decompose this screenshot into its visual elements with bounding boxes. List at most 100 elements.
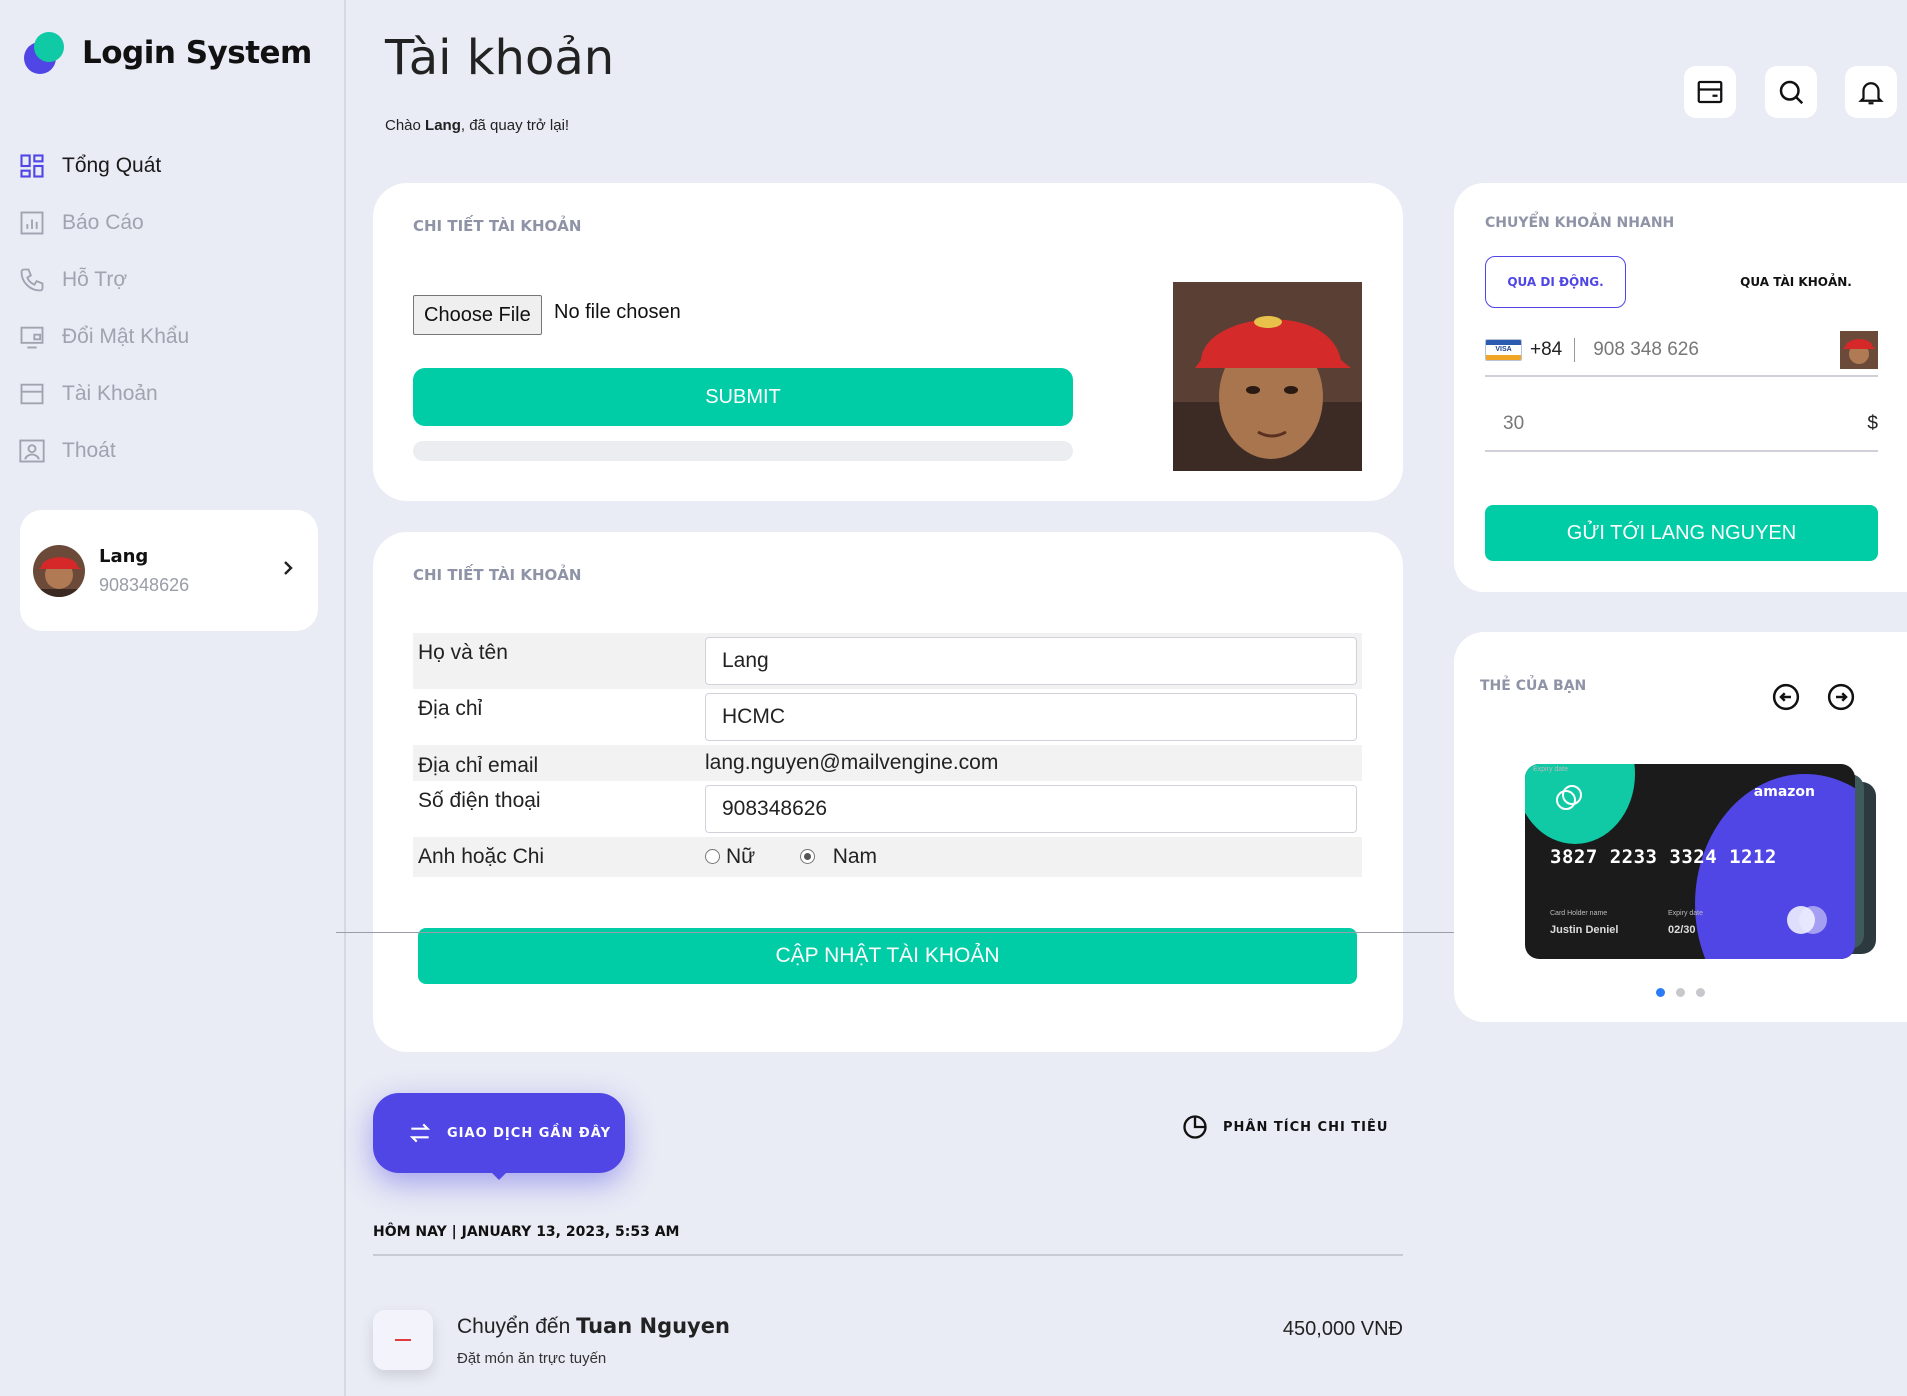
gender-male-radio[interactable]: Nam <box>799 844 878 869</box>
notifications-button[interactable] <box>1845 66 1897 118</box>
credit-card[interactable]: Expiry date amazon 3827 2233 3324 1212 C… <box>1525 764 1855 959</box>
form-row-address: Địa chỉ HCMC <box>413 689 1362 745</box>
account-form-card: CHI TIẾT TÀI KHOẢN Họ và tên Lang Địa ch… <box>373 532 1403 1052</box>
transaction-title: Chuyển đến Tuan Nguyen <box>457 1314 730 1339</box>
upload-progress-bar <box>413 441 1073 461</box>
your-cards-title: THẺ CỦA BẠN <box>1480 678 1587 694</box>
recent-transactions-label: GIAO DỊCH GẦN ĐÂY <box>447 1125 611 1141</box>
quick-transfer-card: CHUYỂN KHOẢN NHANH QUA DI ĐỘNG. QUA TÀI … <box>1454 183 1907 592</box>
radio-male-dot <box>799 849 815 865</box>
card-brand: amazon <box>1753 784 1815 800</box>
country-code: +84 <box>1530 339 1563 360</box>
carousel-dots <box>1656 988 1716 997</box>
form-row-name: Họ và tên Lang <box>413 633 1362 689</box>
form-card-title: CHI TIẾT TÀI KHOẢN <box>413 566 582 584</box>
profile-phone: 908348626 <box>99 574 190 595</box>
greeting-prefix: Chào <box>385 117 426 134</box>
sidebar-item-label: Báo Cáo <box>62 210 144 234</box>
arrow-left-icon[interactable] <box>1771 682 1801 712</box>
app-logo[interactable]: Login System <box>24 30 312 76</box>
sidebar-item-support[interactable]: Hỗ Trợ <box>18 251 189 308</box>
account-icon <box>20 383 44 404</box>
gender-male-label: Nam <box>832 844 878 868</box>
amount-field[interactable]: 30 $ <box>1485 398 1878 452</box>
carousel-dot[interactable] <box>1676 988 1685 997</box>
account-form: Họ và tên Lang Địa chỉ HCMC Địa chỉ emai… <box>413 633 1362 877</box>
transaction-description: Đặt món ăn trực tuyến <box>457 1350 607 1367</box>
form-row-email: Địa chỉ email lang.nguyen@mailvengine.co… <box>413 745 1362 781</box>
transaction-prefix: Chuyển đến <box>457 1315 577 1338</box>
address-field[interactable]: HCMC <box>705 693 1357 741</box>
submit-button[interactable]: SUBMIT <box>413 368 1073 426</box>
report-icon <box>20 211 44 234</box>
upload-card: CHI TIẾT TÀI KHOẢN Choose File No file c… <box>373 183 1403 501</box>
recipient-phone-field[interactable]: VISA +84 908 348 626 <box>1485 325 1878 377</box>
greeting: Chào Lang, đã quay trở lại! <box>385 117 569 134</box>
card-expiry: 02/30 <box>1668 924 1696 936</box>
gender-label: Anh hoặc Chi <box>418 845 545 868</box>
form-row-gender: Anh hoặc Chi Nữ Nam <box>413 837 1362 877</box>
profile-name: Lang <box>99 545 149 567</box>
tab-via-mobile[interactable]: QUA DI ĐỘNG. <box>1485 256 1626 308</box>
chevron-right-icon[interactable] <box>276 556 300 580</box>
greeting-suffix: , đã quay trở lại! <box>460 117 570 134</box>
arrow-right-icon[interactable] <box>1826 682 1856 712</box>
radio-female-dot <box>705 849 720 865</box>
sidebar-item-label: Thoát <box>62 438 116 462</box>
date-divider <box>373 1254 1403 1256</box>
choose-file-button[interactable]: Choose File <box>413 295 542 335</box>
transaction-amount: 450,000 VNĐ <box>1282 1318 1403 1340</box>
address-label: Địa chỉ <box>418 697 483 720</box>
sidebar-nav: Tổng Quát Báo Cáo Hỗ Trợ Đổi Mật Khẩu Tà… <box>18 137 189 479</box>
greeting-name: Lang <box>425 117 461 134</box>
sidebar-item-label: Đổi Mật Khẩu <box>62 324 190 348</box>
wallet-icon <box>1697 80 1723 104</box>
profile-card[interactable]: Lang 908348626 <box>20 510 318 631</box>
sidebar-item-label: Tài Khoản <box>62 381 158 405</box>
email-label: Địa chỉ email <box>418 754 539 777</box>
profile-photo <box>1173 282 1362 471</box>
pie-chart-icon <box>1183 1115 1207 1139</box>
quick-transfer-title: CHUYỂN KHOẢN NHANH <box>1485 215 1675 231</box>
currency-symbol: $ <box>1867 413 1878 434</box>
spending-analysis-label: PHÂN TÍCH CHI TIÊU <box>1223 1119 1389 1135</box>
bell-icon <box>1858 82 1884 105</box>
phone-field[interactable]: 908348626 <box>705 785 1357 833</box>
gender-female-radio[interactable]: Nữ <box>705 845 755 869</box>
carousel-dot[interactable] <box>1656 988 1665 997</box>
card-holder: Justin Deniel <box>1550 924 1619 936</box>
card-holder-caption: Card Holder name <box>1550 910 1608 917</box>
carousel-dot[interactable] <box>1696 988 1705 997</box>
separator <box>1574 338 1576 362</box>
logo-mark-icon <box>24 30 66 76</box>
recipient-phone: 908 348 626 <box>1593 339 1699 360</box>
sidebar-item-change-password[interactable]: Đổi Mật Khẩu <box>18 308 189 365</box>
sidebar-item-account[interactable]: Tài Khoản <box>18 365 189 422</box>
tab-pointer <box>489 1170 509 1180</box>
name-field[interactable]: Lang <box>705 637 1357 685</box>
sidebar-item-overview[interactable]: Tổng Quát <box>18 137 189 194</box>
recipient-avatar <box>1840 331 1878 369</box>
phone-label: Số điện thoại <box>418 789 541 812</box>
sidebar-item-logout[interactable]: Thoát <box>18 422 189 479</box>
tab-via-account[interactable]: QUA TÀI KHOẢN. <box>1726 256 1866 308</box>
name-label: Họ và tên <box>418 641 508 664</box>
avatar <box>33 544 85 597</box>
wallet-button[interactable] <box>1684 66 1736 118</box>
send-button[interactable]: GỬI TỚI LANG NGUYEN <box>1485 505 1878 561</box>
phone-icon <box>20 268 44 291</box>
update-account-button[interactable]: CẬP NHẬT TÀI KHOẢN <box>418 928 1357 984</box>
logout-icon <box>19 439 45 462</box>
card-network-circle-front <box>1787 906 1815 934</box>
upload-card-title: CHI TIẾT TÀI KHOẢN <box>413 217 582 235</box>
spending-analysis-tab[interactable]: PHÂN TÍCH CHI TIÊU <box>1181 1113 1388 1141</box>
recent-transactions-tab[interactable]: GIAO DỊCH GẦN ĐÂY <box>373 1093 625 1173</box>
app-title: Login System <box>82 35 312 71</box>
card-number: 3827 2233 3324 1212 <box>1550 846 1777 868</box>
search-icon <box>1779 80 1804 105</box>
sidebar-item-label: Hỗ Trợ <box>62 267 128 291</box>
search-button[interactable] <box>1765 66 1817 118</box>
amount-value: 30 <box>1503 413 1525 434</box>
sidebar-item-report[interactable]: Báo Cáo <box>18 194 189 251</box>
swap-icon <box>409 1123 431 1143</box>
